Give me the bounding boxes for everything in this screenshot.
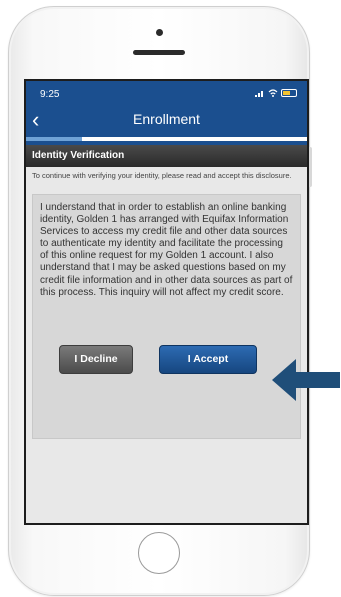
front-camera — [156, 29, 163, 36]
disclosure-text: I understand that in order to establish … — [40, 202, 293, 298]
home-button[interactable] — [138, 532, 180, 574]
phone-screen: 9:25 ‹ Enrollment Identity Verification … — [24, 79, 309, 525]
status-time: 9:25 — [40, 89, 60, 100]
decline-button[interactable]: I Decline — [59, 345, 133, 374]
wifi-icon — [268, 89, 278, 97]
earpiece-speaker — [133, 50, 185, 55]
screenshot-stage: 9:25 ‹ Enrollment Identity Verification … — [0, 0, 341, 597]
intro-text: To continue with verifying your identity… — [32, 171, 292, 180]
enrollment-progress-bar — [26, 137, 307, 141]
section-header: Identity Verification — [26, 145, 307, 167]
progress-fill — [26, 137, 83, 141]
signal-bars-icon — [255, 91, 263, 97]
page-title: Enrollment — [133, 111, 200, 127]
pointer-arrow-icon — [272, 359, 340, 401]
battery-icon — [281, 89, 297, 97]
status-icons — [255, 89, 297, 97]
navigation-bar: 9:25 ‹ Enrollment — [26, 81, 307, 145]
accept-button[interactable]: I Accept — [159, 345, 257, 374]
side-button — [309, 147, 312, 187]
disclosure-box: I understand that in order to establish … — [32, 194, 301, 439]
